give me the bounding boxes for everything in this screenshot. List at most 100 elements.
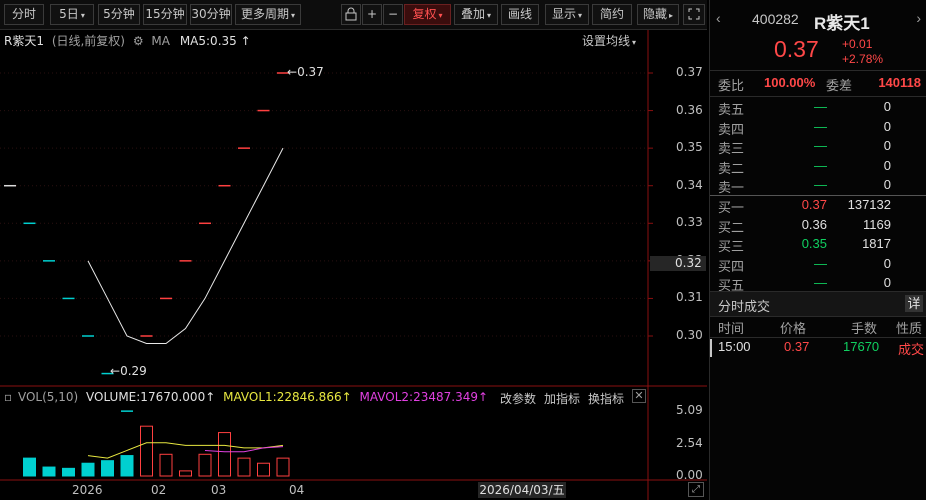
volume-bar [62,467,75,477]
mavol1-value: MAVOL1:22846.866 [223,390,342,404]
price-tick-label: 0.35 [676,140,703,155]
chevron-down-icon: ▾ [438,11,443,20]
expand-button[interactable] [683,4,705,25]
volume-bar [120,455,134,477]
price-tick-label: 0.31 [676,290,703,305]
price-summary: 0.37 +0.01 +2.78% [710,36,926,66]
volume-value: VOLUME:17670.000 [86,390,206,404]
volume-bar [81,462,95,477]
modify-params-button[interactable]: 改参数 [500,390,536,407]
overlay-label: 叠加 [460,7,485,21]
period-5day-button[interactable]: 5日 ▾ [50,4,94,25]
trade-detail-button[interactable]: 详 [905,295,923,312]
lock-button[interactable] [341,4,361,25]
display-button[interactable]: 显示 ▾ [545,4,589,25]
period-5min-button[interactable]: 5分钟 [98,4,140,25]
date-tick-label: 04 [289,483,305,497]
vol-label: VOL(5,10) [17,390,79,404]
book-level-label: 卖三 [718,141,745,157]
book-volume: 0 [883,138,891,154]
price-change-pct: +2.78% [842,52,884,66]
book-level-label: 买一 [718,200,745,215]
book-volume: 0 [883,157,891,173]
high-price-annotation: ←0.37 [287,65,324,79]
ask-row: 卖三 — 0 [710,138,926,156]
trades-header: 时间 价格 手数 性质 [710,318,926,336]
weicha-label: 委差 [826,78,853,93]
book-price: 0.35 [801,236,827,252]
simple-button[interactable]: 简约 [592,4,632,25]
switch-indicator-button[interactable]: 换指标 [588,390,624,407]
draw-line-button[interactable]: 画线 [501,4,539,25]
book-level-label: 买三 [718,239,745,255]
expand-icon[interactable]: ⤢ [688,482,704,497]
restore-rights-button[interactable]: 复权 ▾ [404,4,451,25]
volume-bar [276,457,290,477]
chevron-down-icon: ▾ [487,11,492,20]
ma-label: MA [151,34,170,48]
book-price: — [814,255,827,271]
order-ratio-row: 委比 100.00% 委差 140118 [710,75,926,93]
arrow-up-icon: ↑ [341,390,352,404]
volume-bar [237,457,251,477]
volume-bar [23,457,36,477]
trade-header-type: 性质 [896,321,923,336]
price-tick-label: 0.30 [676,328,703,342]
mavol2-value: MAVOL2:23487.349 [359,390,478,404]
book-price: — [814,157,827,173]
price-tick-label: 0.37 [676,65,703,79]
overlay-button[interactable]: 叠加 ▾ [454,4,498,25]
bid-row: 买三 0.35 1817 [710,236,926,254]
hide-label: 隐藏 [642,7,667,21]
chevron-down-icon: ▾ [80,11,85,20]
date-tick-label: 02 [151,483,167,497]
ask-row: 卖四 — 0 [710,119,926,137]
weibi-value: 100.00% [764,75,816,90]
volume-bar [257,462,270,477]
more-periods-button[interactable]: 更多周期 ▾ [235,4,301,25]
book-volume: 0 [883,255,891,271]
add-indicator-button[interactable]: 加指标 [544,390,580,407]
price-change: +0.01 [842,37,873,51]
kline-chart[interactable] [0,30,707,500]
low-price-annotation: ←0.29 [110,364,147,378]
book-volume: 1169 [863,216,891,232]
chevron-left-icon[interactable]: ‹ [716,10,721,26]
book-level-label: 卖一 [718,180,745,196]
trade-time: 15:00 [718,339,751,354]
book-level-label: 卖二 [718,160,745,176]
kline-chart-area[interactable]: R紫天1 (日线,前复权) ⚙ MA MA5:0.35 ↑ 设置均线 ▾ ←0.3… [0,30,707,500]
volume-bar [218,432,231,477]
trade-row: 15:00 0.37 17670 成交 [710,339,926,357]
book-level-label: 卖五 [718,102,745,117]
zoom-out-button[interactable]: − [383,4,403,25]
book-level-label: 卖四 [718,121,745,137]
volume-bar [101,460,114,477]
mavol2-line [204,446,284,453]
period-intraday-button[interactable]: 分时 [4,4,44,25]
display-label: 显示 [551,7,576,21]
ask-row: 卖五 — 0 [710,99,926,117]
period-30min-button[interactable]: 30分钟 [190,4,232,25]
bid-row: 买四 — 0 [710,256,926,274]
volume-bar [179,470,192,477]
chevron-right-icon[interactable]: › [916,10,921,26]
price-tick-label: 0.34 [676,177,703,192]
period-15min-button[interactable]: 15分钟 [143,4,187,25]
book-level-label: 买二 [718,219,745,235]
gear-icon[interactable]: ⚙ [133,34,144,48]
book-volume: 0 [883,99,891,114]
ma-settings-button[interactable]: 设置均线 ▾ [582,32,636,49]
chevron-down-icon: ▾ [578,11,583,20]
restore-rights-label: 复权 [412,7,437,21]
close-icon[interactable]: ✕ [632,389,646,403]
ask-row: 卖二 — 0 [710,158,926,176]
trade-volume: 17670 [843,339,880,354]
weicha-value: 140118 [878,75,921,90]
ask-row: 卖一 — 0 [710,177,926,195]
zoom-in-button[interactable]: + [362,4,382,25]
book-volume: 0 [883,118,891,134]
collapse-icon[interactable]: ▫ [4,390,12,404]
volume-header: ▫ VOL(5,10) VOLUME:17670.000 ↑ MAVOL1:228… [4,390,488,404]
hide-button[interactable]: 隐藏 ▸ [637,4,679,25]
